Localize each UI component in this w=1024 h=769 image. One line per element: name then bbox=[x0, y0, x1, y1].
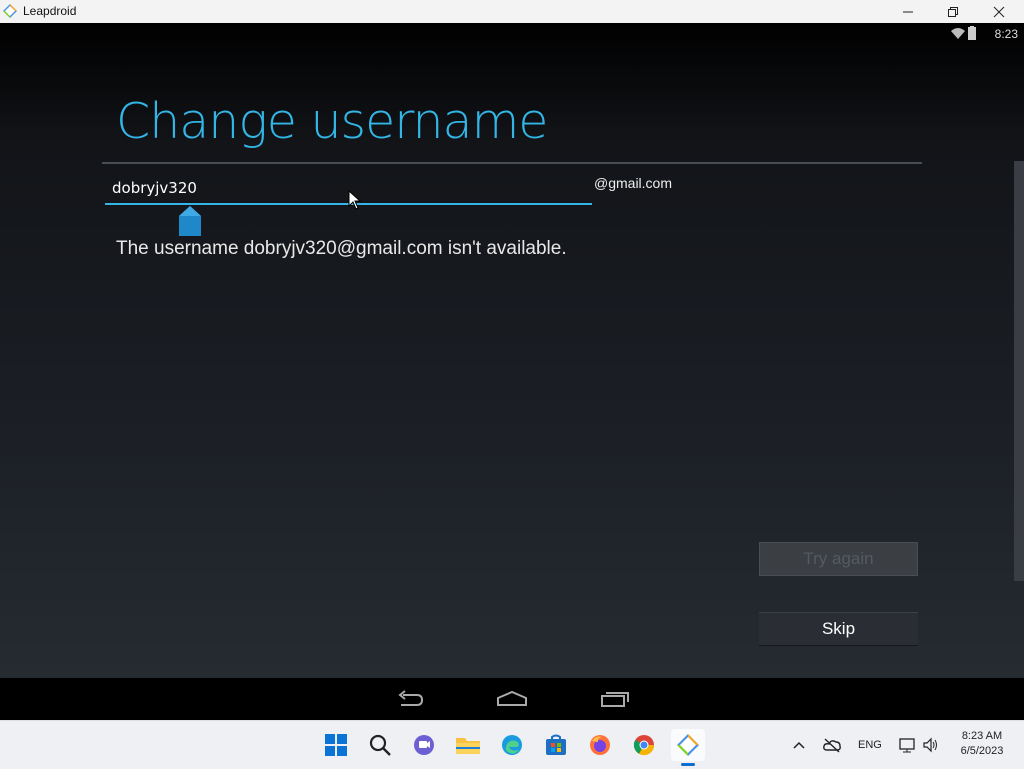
cloud-offline-icon bbox=[823, 738, 841, 753]
domain-suffix: @gmail.com bbox=[594, 175, 673, 191]
text-cursor-handle[interactable] bbox=[179, 206, 201, 236]
language-label: ENG bbox=[858, 739, 882, 751]
firefox-icon bbox=[590, 735, 610, 755]
clock-time: 8:23 AM bbox=[961, 730, 1003, 742]
window-title: Leapdroid bbox=[23, 4, 77, 18]
home-icon bbox=[497, 690, 527, 706]
battery-icon bbox=[968, 26, 976, 40]
leapdroid-app-icon bbox=[3, 4, 17, 18]
chevron-up-icon bbox=[793, 741, 805, 749]
back-button[interactable] bbox=[390, 686, 430, 712]
edge-icon bbox=[502, 735, 522, 755]
taskbar-clock[interactable]: 8:23 AM 6/5/2023 bbox=[948, 729, 1016, 759]
speaker-icon bbox=[923, 737, 937, 753]
close-button[interactable] bbox=[976, 0, 1022, 23]
back-icon bbox=[398, 690, 424, 706]
wifi-icon bbox=[951, 28, 965, 39]
store-icon bbox=[546, 734, 566, 755]
recent-apps-icon bbox=[601, 692, 629, 707]
home-button[interactable] bbox=[492, 686, 532, 712]
minimize-button[interactable] bbox=[885, 0, 931, 23]
windows-logo-icon bbox=[325, 734, 347, 756]
close-icon bbox=[993, 6, 1005, 17]
maximize-button[interactable] bbox=[930, 0, 976, 23]
mouse-pointer-icon bbox=[348, 190, 362, 210]
leapdroid-icon bbox=[677, 734, 699, 756]
firefox-button[interactable] bbox=[583, 729, 617, 761]
folder-icon bbox=[456, 738, 480, 754]
volume-button[interactable] bbox=[922, 721, 940, 769]
windows-taskbar: ENG 8:23 AM 6/5/2023 bbox=[0, 720, 1024, 769]
search-button[interactable] bbox=[363, 729, 397, 761]
file-explorer-button[interactable] bbox=[451, 729, 485, 761]
network-button[interactable] bbox=[898, 721, 918, 769]
clock-date: 6/5/2023 bbox=[960, 745, 1004, 757]
chrome-icon bbox=[633, 735, 655, 756]
skip-button[interactable]: Skip bbox=[759, 612, 918, 646]
network-icon bbox=[899, 738, 915, 753]
android-nav-bar bbox=[0, 678, 1024, 720]
android-clock: 8:23 bbox=[994, 27, 1018, 41]
edge-button[interactable] bbox=[495, 729, 529, 761]
title-divider bbox=[102, 162, 922, 164]
recent-apps-button[interactable] bbox=[595, 686, 635, 712]
store-button[interactable] bbox=[539, 729, 573, 761]
android-screen: 8:23 Change username @gmail.com The user… bbox=[0, 23, 1024, 678]
restore-icon bbox=[948, 6, 958, 17]
start-button[interactable] bbox=[319, 729, 353, 761]
availability-message: The username dobryjv320@gmail.com isn't … bbox=[116, 238, 567, 259]
try-again-button[interactable]: Try again bbox=[759, 542, 918, 576]
scrollbar[interactable] bbox=[1014, 161, 1024, 581]
minimize-icon bbox=[903, 11, 913, 12]
window-titlebar: Leapdroid bbox=[0, 0, 1024, 23]
active-app-indicator bbox=[681, 763, 695, 766]
page-title: Change username bbox=[116, 93, 548, 150]
android-status-bar: 8:23 bbox=[944, 23, 1024, 45]
search-icon bbox=[369, 734, 391, 756]
show-hidden-icons-button[interactable] bbox=[792, 721, 806, 769]
teams-chat-button[interactable] bbox=[407, 729, 441, 761]
language-indicator[interactable]: ENG bbox=[858, 721, 882, 769]
chrome-button[interactable] bbox=[627, 729, 661, 761]
chat-icon bbox=[414, 735, 434, 755]
onedrive-status-button[interactable] bbox=[822, 721, 842, 769]
leapdroid-taskbar-button[interactable] bbox=[671, 729, 705, 761]
